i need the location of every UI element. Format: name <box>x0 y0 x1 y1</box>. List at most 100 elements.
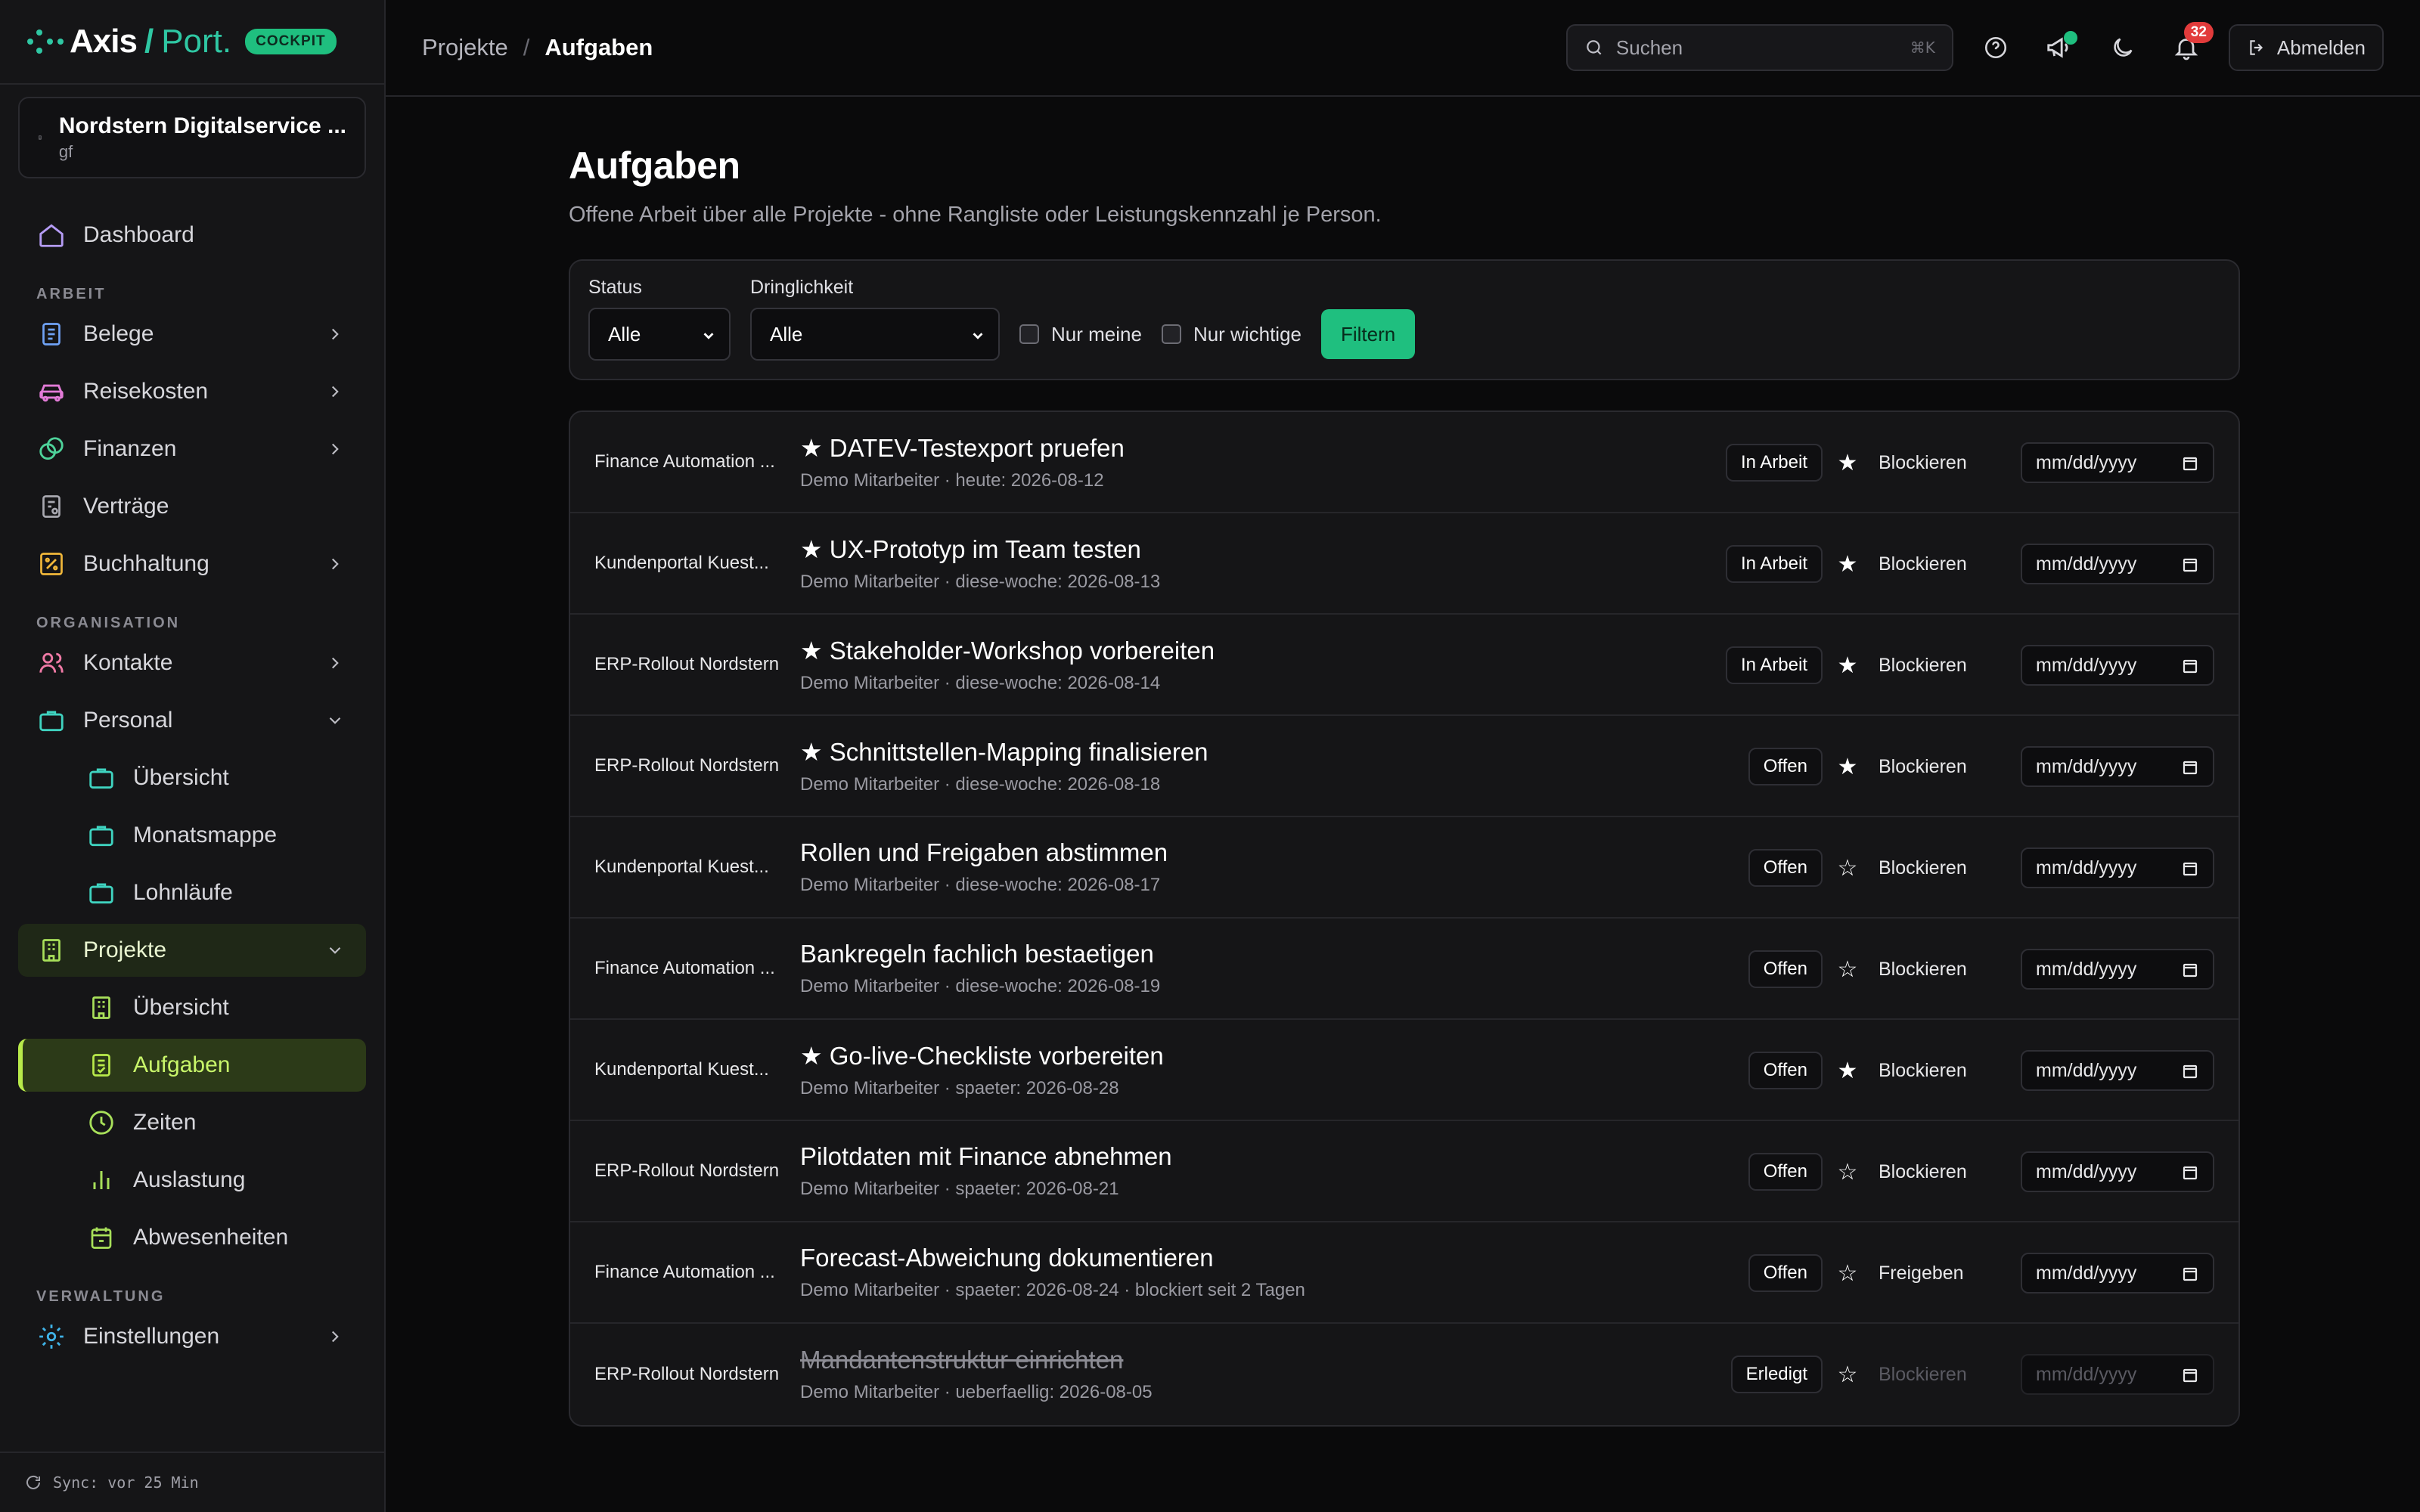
task-status-badge[interactable]: Offen <box>1748 1254 1823 1292</box>
task-row[interactable]: Finance Automation ... Forecast-Abweichu… <box>570 1222 2238 1324</box>
star-icon[interactable]: ☆ <box>1823 855 1872 881</box>
star-icon[interactable]: ★ <box>1823 652 1872 679</box>
task-date-input[interactable]: mm/dd/yyyy <box>2021 847 2214 888</box>
logo[interactable]: Axis / Port. COCKPIT <box>0 0 384 85</box>
sidebar-item-lohnlaeufe[interactable]: Lohnläufe <box>68 866 366 919</box>
star-icon[interactable]: ★ <box>1823 450 1872 476</box>
sidebar-item-personal[interactable]: Personal <box>18 694 366 747</box>
task-status-badge[interactable]: In Arbeit <box>1725 444 1823 482</box>
home-icon <box>39 224 64 247</box>
sidebar-item-vertraege[interactable]: Verträge <box>18 480 366 533</box>
task-block-action[interactable]: Blockieren <box>1872 553 2021 575</box>
task-block-action[interactable]: Freigeben <box>1872 1263 2021 1284</box>
filter-button[interactable]: Filtern <box>1321 309 1416 359</box>
sidebar-item-auslastung[interactable]: Auslastung <box>68 1154 366 1207</box>
star-icon[interactable]: ☆ <box>1823 956 1872 983</box>
page-subtitle: Offene Arbeit über alle Projekte - ohne … <box>569 203 1382 227</box>
sidebar-item-abwesenheiten[interactable]: Abwesenheiten <box>68 1211 366 1264</box>
task-row[interactable]: Kundenportal Kuest... ★ UX-Prototyp im T… <box>570 513 2238 615</box>
task-date-input[interactable]: mm/dd/yyyy <box>2021 1354 2214 1395</box>
sidebar-item-zeiten[interactable]: Zeiten <box>68 1096 366 1149</box>
task-status-badge[interactable]: Offen <box>1748 1052 1823 1089</box>
topbar: Projekte / Aufgaben ⌘K <box>386 0 2420 97</box>
sidebar-item-belege[interactable]: Belege <box>18 308 366 361</box>
task-row[interactable]: ERP-Rollout Nordstern ★ Stakeholder-Work… <box>570 615 2238 716</box>
sidebar-item-monatsmappe[interactable]: Monatsmappe <box>68 809 366 862</box>
task-row[interactable]: Finance Automation ... ★ DATEV-Testexpor… <box>570 412 2238 513</box>
sidebar-item-label: Buchhaltung <box>83 551 209 576</box>
task-block-action[interactable]: Blockieren <box>1872 857 2021 879</box>
task-row[interactable]: ERP-Rollout Nordstern ★ Schnittstellen-M… <box>570 716 2238 817</box>
task-date-input[interactable]: mm/dd/yyyy <box>2021 1151 2214 1192</box>
task-block-action[interactable]: Blockieren <box>1872 1364 2021 1386</box>
sidebar-item-dashboard[interactable]: Dashboard <box>18 209 366 262</box>
search-box[interactable]: ⌘K <box>1565 24 1953 71</box>
sidebar-item-label: Auslastung <box>133 1167 246 1192</box>
sidebar-item-reisekosten[interactable]: Reisekosten <box>18 365 366 418</box>
sidebar-item-einstellungen[interactable]: Einstellungen <box>18 1310 366 1363</box>
task-date-input[interactable]: mm/dd/yyyy <box>2021 746 2214 787</box>
task-status-badge[interactable]: In Arbeit <box>1725 646 1823 684</box>
task-date-input[interactable]: mm/dd/yyyy <box>2021 442 2214 483</box>
notifications-button[interactable]: 32 <box>2165 22 2214 69</box>
status-filter-label: Status <box>588 277 642 298</box>
sidebar-item-label: Belege <box>83 321 154 346</box>
task-block-action[interactable]: Blockieren <box>1872 1060 2021 1082</box>
search-input[interactable] <box>1615 36 1898 60</box>
breadcrumb-parent[interactable]: Projekte <box>422 34 508 61</box>
urgency-select[interactable]: Alle <box>750 308 1000 361</box>
only-important-checkbox[interactable]: Nur wichtige <box>1161 308 1302 361</box>
task-row[interactable]: ERP-Rollout Nordstern Pilotdaten mit Fin… <box>570 1121 2238 1222</box>
sidebar-item-personal-uebersicht[interactable]: Übersicht <box>68 751 366 804</box>
task-block-action[interactable]: Blockieren <box>1872 1161 2021 1183</box>
task-status-badge[interactable]: Offen <box>1748 950 1823 988</box>
sidebar-item-buchhaltung[interactable]: Buchhaltung <box>18 538 366 590</box>
task-block-action[interactable]: Blockieren <box>1872 655 2021 677</box>
task-status-badge[interactable]: Offen <box>1748 1153 1823 1191</box>
star-icon[interactable]: ★ <box>1823 754 1872 780</box>
sidebar-item-kontakte[interactable]: Kontakte <box>18 637 366 689</box>
status-select[interactable]: Alle <box>588 308 731 361</box>
task-date-input[interactable]: mm/dd/yyyy <box>2021 645 2214 686</box>
calendar-icon <box>2183 761 2198 775</box>
only-mine-checkbox[interactable]: Nur meine <box>1019 308 1142 361</box>
task-row[interactable]: Kundenportal Kuest... Rollen und Freigab… <box>570 817 2238 919</box>
task-date-input[interactable]: mm/dd/yyyy <box>2021 544 2214 584</box>
star-icon[interactable]: ☆ <box>1823 1362 1872 1388</box>
task-date-input[interactable]: mm/dd/yyyy <box>2021 1050 2214 1091</box>
help-button[interactable] <box>1975 26 2017 69</box>
task-row[interactable]: Kundenportal Kuest... ★ Go-live-Checklis… <box>570 1020 2238 1121</box>
task-project: ERP-Rollout Nordstern <box>594 654 780 674</box>
task-status-badge[interactable]: Erledigt <box>1730 1356 1823 1393</box>
org-switcher[interactable]: Nordstern Digitalservice ... gf <box>18 97 366 178</box>
refresh-icon <box>26 1475 40 1489</box>
task-status-badge[interactable]: In Arbeit <box>1725 545 1823 583</box>
checkbox-box[interactable] <box>1019 324 1039 344</box>
task-project: Kundenportal Kuest... <box>594 1059 769 1080</box>
task-status-badge[interactable]: Offen <box>1748 849 1823 887</box>
sidebar-item-projekte-uebersicht[interactable]: Übersicht <box>68 981 366 1034</box>
search-icon <box>1587 40 1602 55</box>
task-date-input[interactable]: mm/dd/yyyy <box>2021 949 2214 990</box>
task-block-action[interactable]: Blockieren <box>1872 959 2021 981</box>
task-row[interactable]: Finance Automation ... Bankregeln fachli… <box>570 919 2238 1020</box>
star-icon[interactable]: ☆ <box>1823 1260 1872 1287</box>
star-icon[interactable]: ★ <box>1823 1058 1872 1084</box>
announcements-button[interactable] <box>2038 26 2080 69</box>
star-icon[interactable]: ☆ <box>1823 1159 1872 1185</box>
task-row[interactable]: ERP-Rollout Nordstern Mandantenstruktur … <box>570 1324 2238 1425</box>
sidebar-item-finanzen[interactable]: Finanzen <box>18 423 366 476</box>
sidebar-item-projekte[interactable]: Projekte <box>18 924 366 977</box>
task-status-badge[interactable]: Offen <box>1748 748 1823 785</box>
star-icon[interactable]: ★ <box>1823 551 1872 578</box>
task-block-action[interactable]: Blockieren <box>1872 452 2021 474</box>
logo-mark-icon <box>27 26 65 57</box>
sidebar-item-aufgaben[interactable]: Aufgaben <box>18 1039 366 1092</box>
logout-button[interactable]: Abmelden <box>2228 24 2384 71</box>
task-block-action[interactable]: Blockieren <box>1872 756 2021 778</box>
percent-icon <box>40 553 63 575</box>
task-project: Finance Automation ... <box>594 451 775 472</box>
theme-toggle[interactable] <box>2102 26 2144 69</box>
task-date-input[interactable]: mm/dd/yyyy <box>2021 1253 2214 1294</box>
checkbox-box[interactable] <box>1161 324 1181 344</box>
